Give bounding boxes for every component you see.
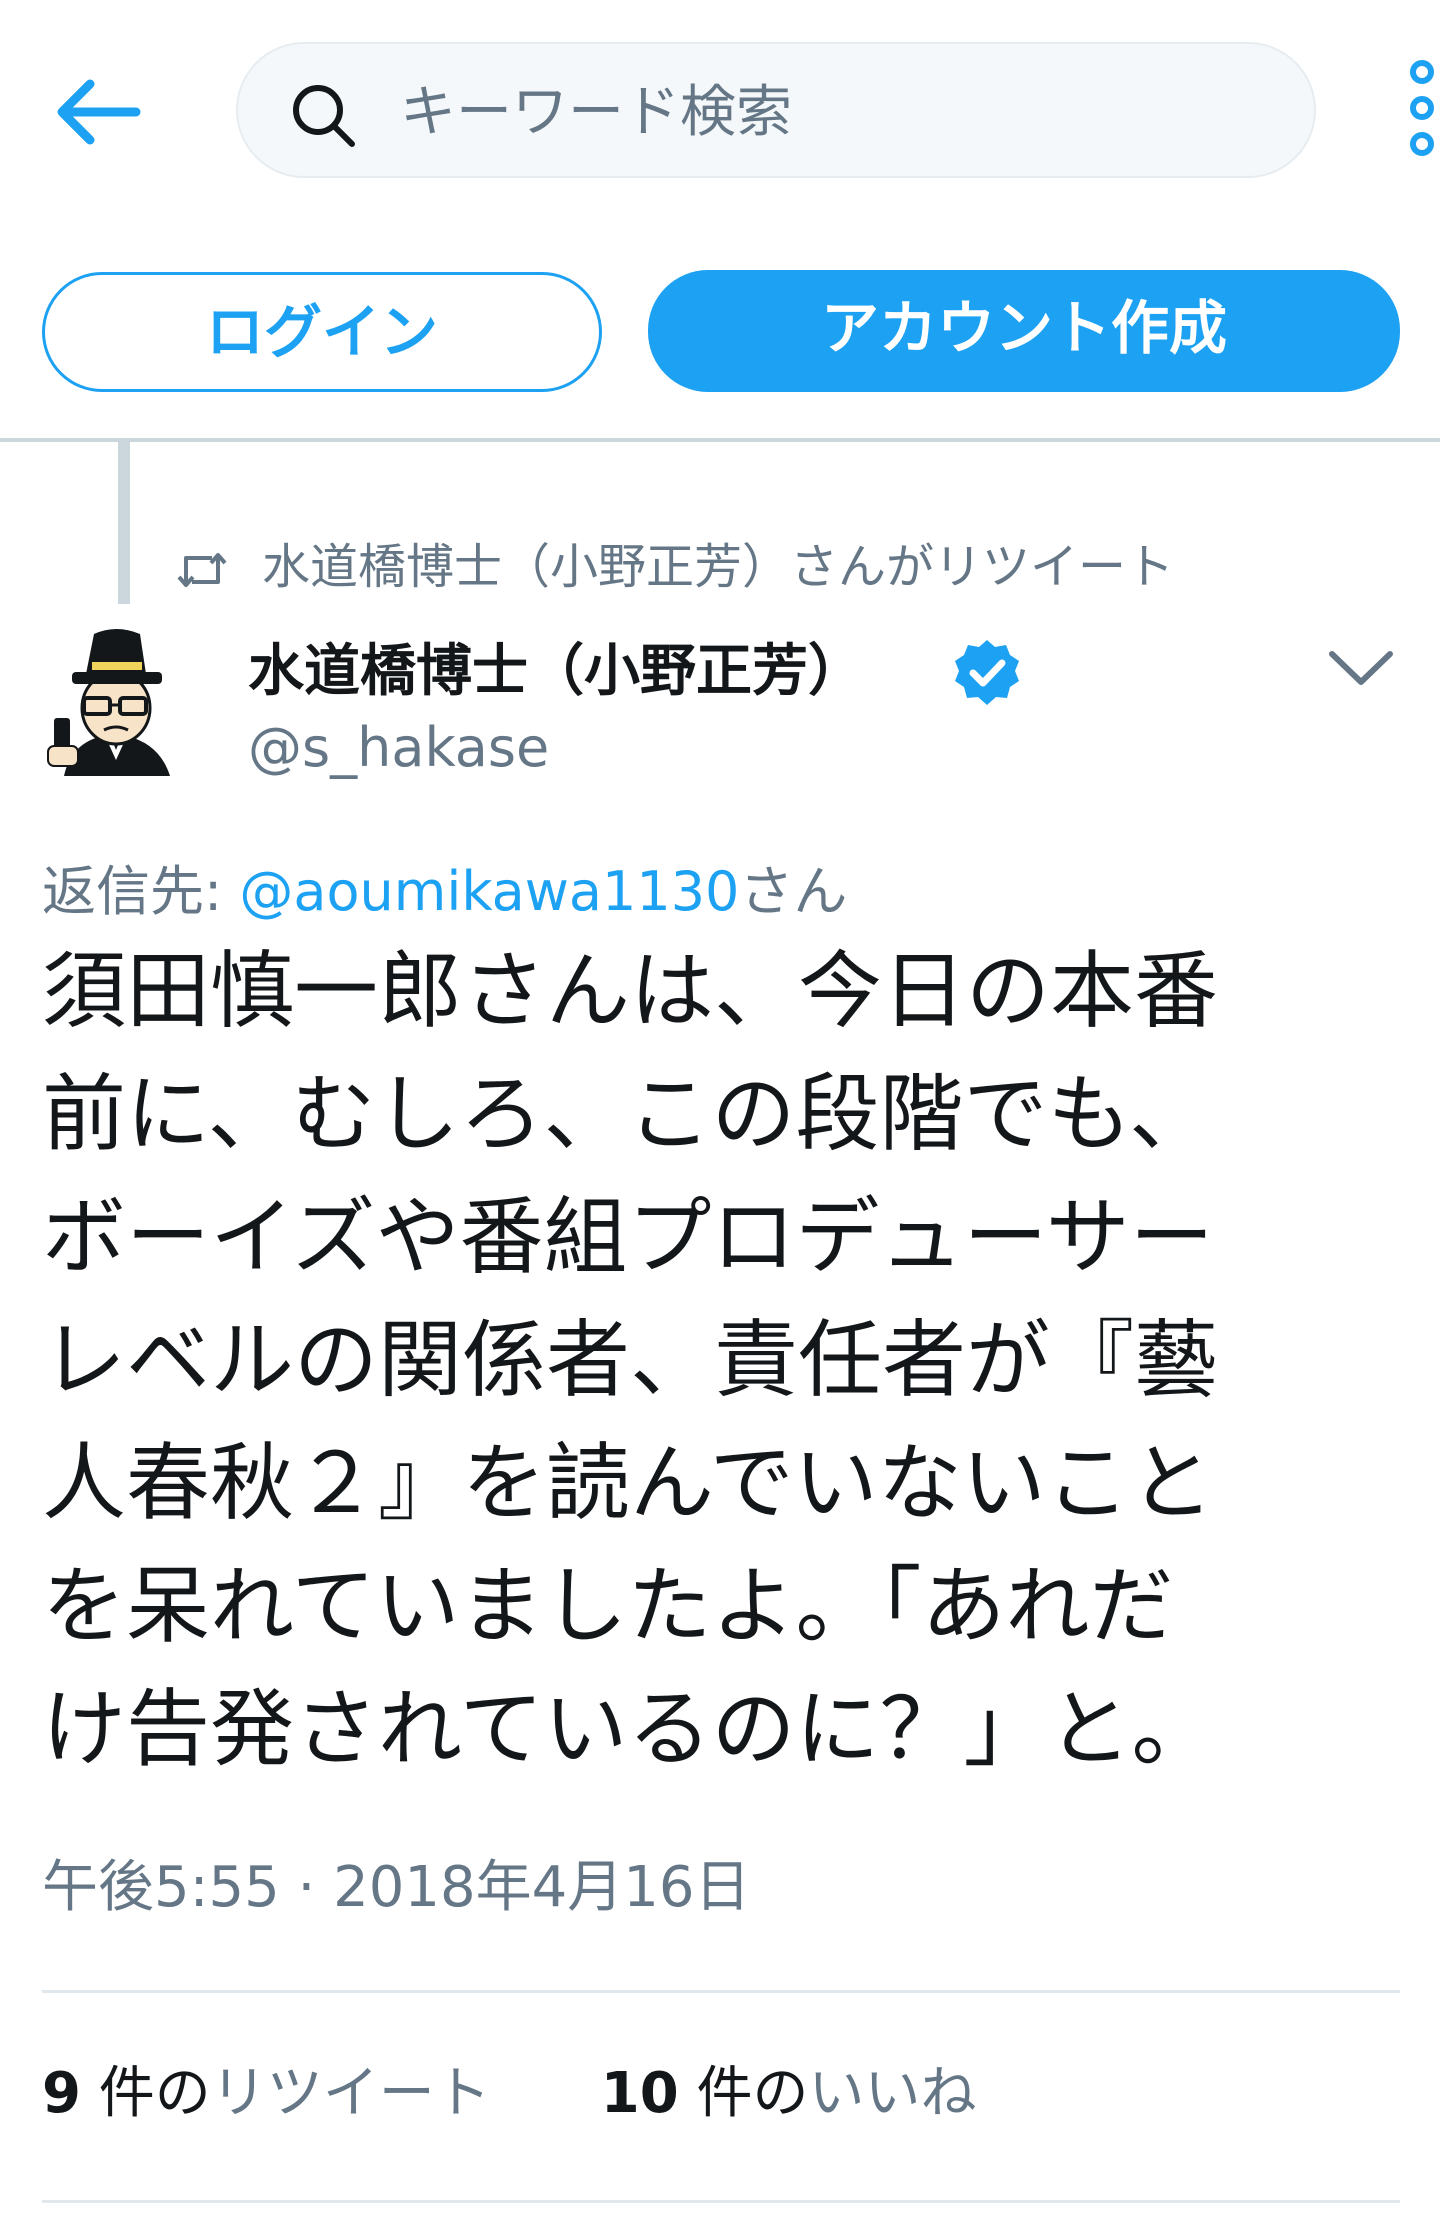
search-bar[interactable] [236, 42, 1316, 178]
reply-to-line: 返信先: @aoumikawa1130さん [42, 852, 847, 932]
like-count-suffix: 件の [678, 2061, 809, 2126]
like-count: 10 [600, 2061, 679, 2126]
like-count-link[interactable]: 10 件のいいね [601, 2054, 977, 2134]
search-icon [293, 85, 355, 147]
more-menu-button[interactable] [1402, 58, 1440, 168]
tweet-stats: 9 件のリツイート 10 件のいいね [42, 2054, 1087, 2134]
vertical-dots-icon [1410, 60, 1434, 156]
reply-prefix: 返信先: [42, 860, 240, 923]
retweet-count-link[interactable]: 9 件のリツイート [42, 2054, 491, 2134]
retweet-context-text: 水道橋博士（小野正芳）さんがリツイート [262, 539, 1175, 595]
tweet-timestamp[interactable]: 午後5:55 · 2018年4月16日 [42, 1848, 751, 1928]
tweet-author-name[interactable]: 水道橋博士（小野正芳） [248, 634, 864, 710]
reply-suffix: さん [739, 860, 848, 923]
header-divider [0, 438, 1440, 442]
tweet-text: 須田慎一郎さんは、今日の本番 前に、むしろ、この段階でも、 ボーイズや番組プロデ… [42, 942, 1219, 1778]
tweet-author-handle[interactable]: @s_hakase [248, 710, 549, 786]
retweet-label: リツイート [210, 2061, 491, 2126]
login-button[interactable]: ログイン [42, 272, 602, 392]
avatar-illustration [47, 629, 170, 776]
tweet-options-button[interactable] [1326, 646, 1396, 690]
search-input[interactable] [398, 66, 1282, 158]
retweet-count-suffix: 件の [80, 2061, 211, 2126]
verified-badge-icon [952, 638, 1022, 708]
reply-to-link[interactable]: @aoumikawa1130 [239, 860, 739, 923]
stats-bottom-divider [42, 2200, 1400, 2203]
retweet-context: 水道橋博士（小野正芳）さんがリツイート [176, 532, 1426, 602]
back-button[interactable] [48, 62, 148, 162]
like-label: いいね [808, 2061, 977, 2126]
arrow-left-icon [57, 79, 141, 145]
avatar[interactable] [42, 626, 188, 790]
chevron-down-icon [1329, 651, 1393, 685]
stats-top-divider [42, 1990, 1400, 1993]
retweet-icon [177, 553, 227, 587]
thread-connector-line [118, 442, 130, 604]
retweet-count: 9 [42, 2061, 81, 2126]
create-account-button[interactable]: アカウント作成 [648, 270, 1400, 392]
